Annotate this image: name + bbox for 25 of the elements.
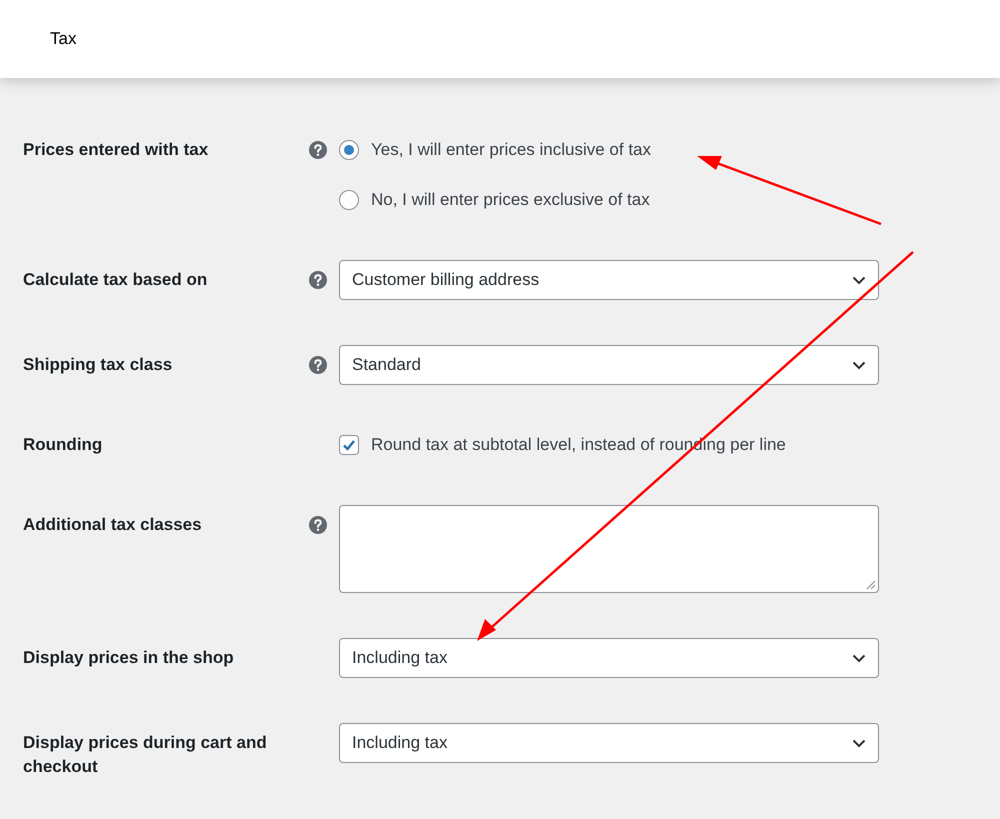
dropdown[interactable]: Standard [339, 345, 879, 385]
help-icon[interactable] [309, 356, 327, 374]
checkmark-icon [342, 438, 356, 452]
dropdown[interactable]: Customer billing address [339, 260, 879, 300]
field-label: Prices entered with tax [23, 139, 210, 161]
resize-grip-icon[interactable] [866, 580, 876, 590]
caret-icon [852, 276, 866, 284]
dropdown[interactable]: Including tax [339, 638, 879, 678]
field-label: Display prices during cart and checkout [23, 732, 268, 778]
text-area[interactable] [339, 505, 879, 593]
help-icon[interactable] [309, 271, 327, 289]
field-label: Shipping tax class [23, 354, 174, 376]
help-icon[interactable] [309, 516, 327, 534]
page-title: Tax [50, 29, 76, 49]
field-label: Calculate tax based on [23, 269, 208, 291]
field-label: Rounding [23, 434, 104, 456]
field-label: Display prices in the shop [23, 647, 235, 669]
help-icon[interactable] [309, 141, 327, 159]
dropdown[interactable]: Including tax [339, 723, 879, 763]
caret-icon [852, 360, 866, 370]
field-label: Additional tax classes [23, 514, 203, 536]
radio-option[interactable]: No, I will enter prices exclusive of tax [339, 185, 879, 215]
caret-icon [852, 738, 866, 748]
radio-option[interactable]: Yes, I will enter prices inclusive of tax [339, 135, 879, 165]
caret-icon [852, 654, 866, 662]
